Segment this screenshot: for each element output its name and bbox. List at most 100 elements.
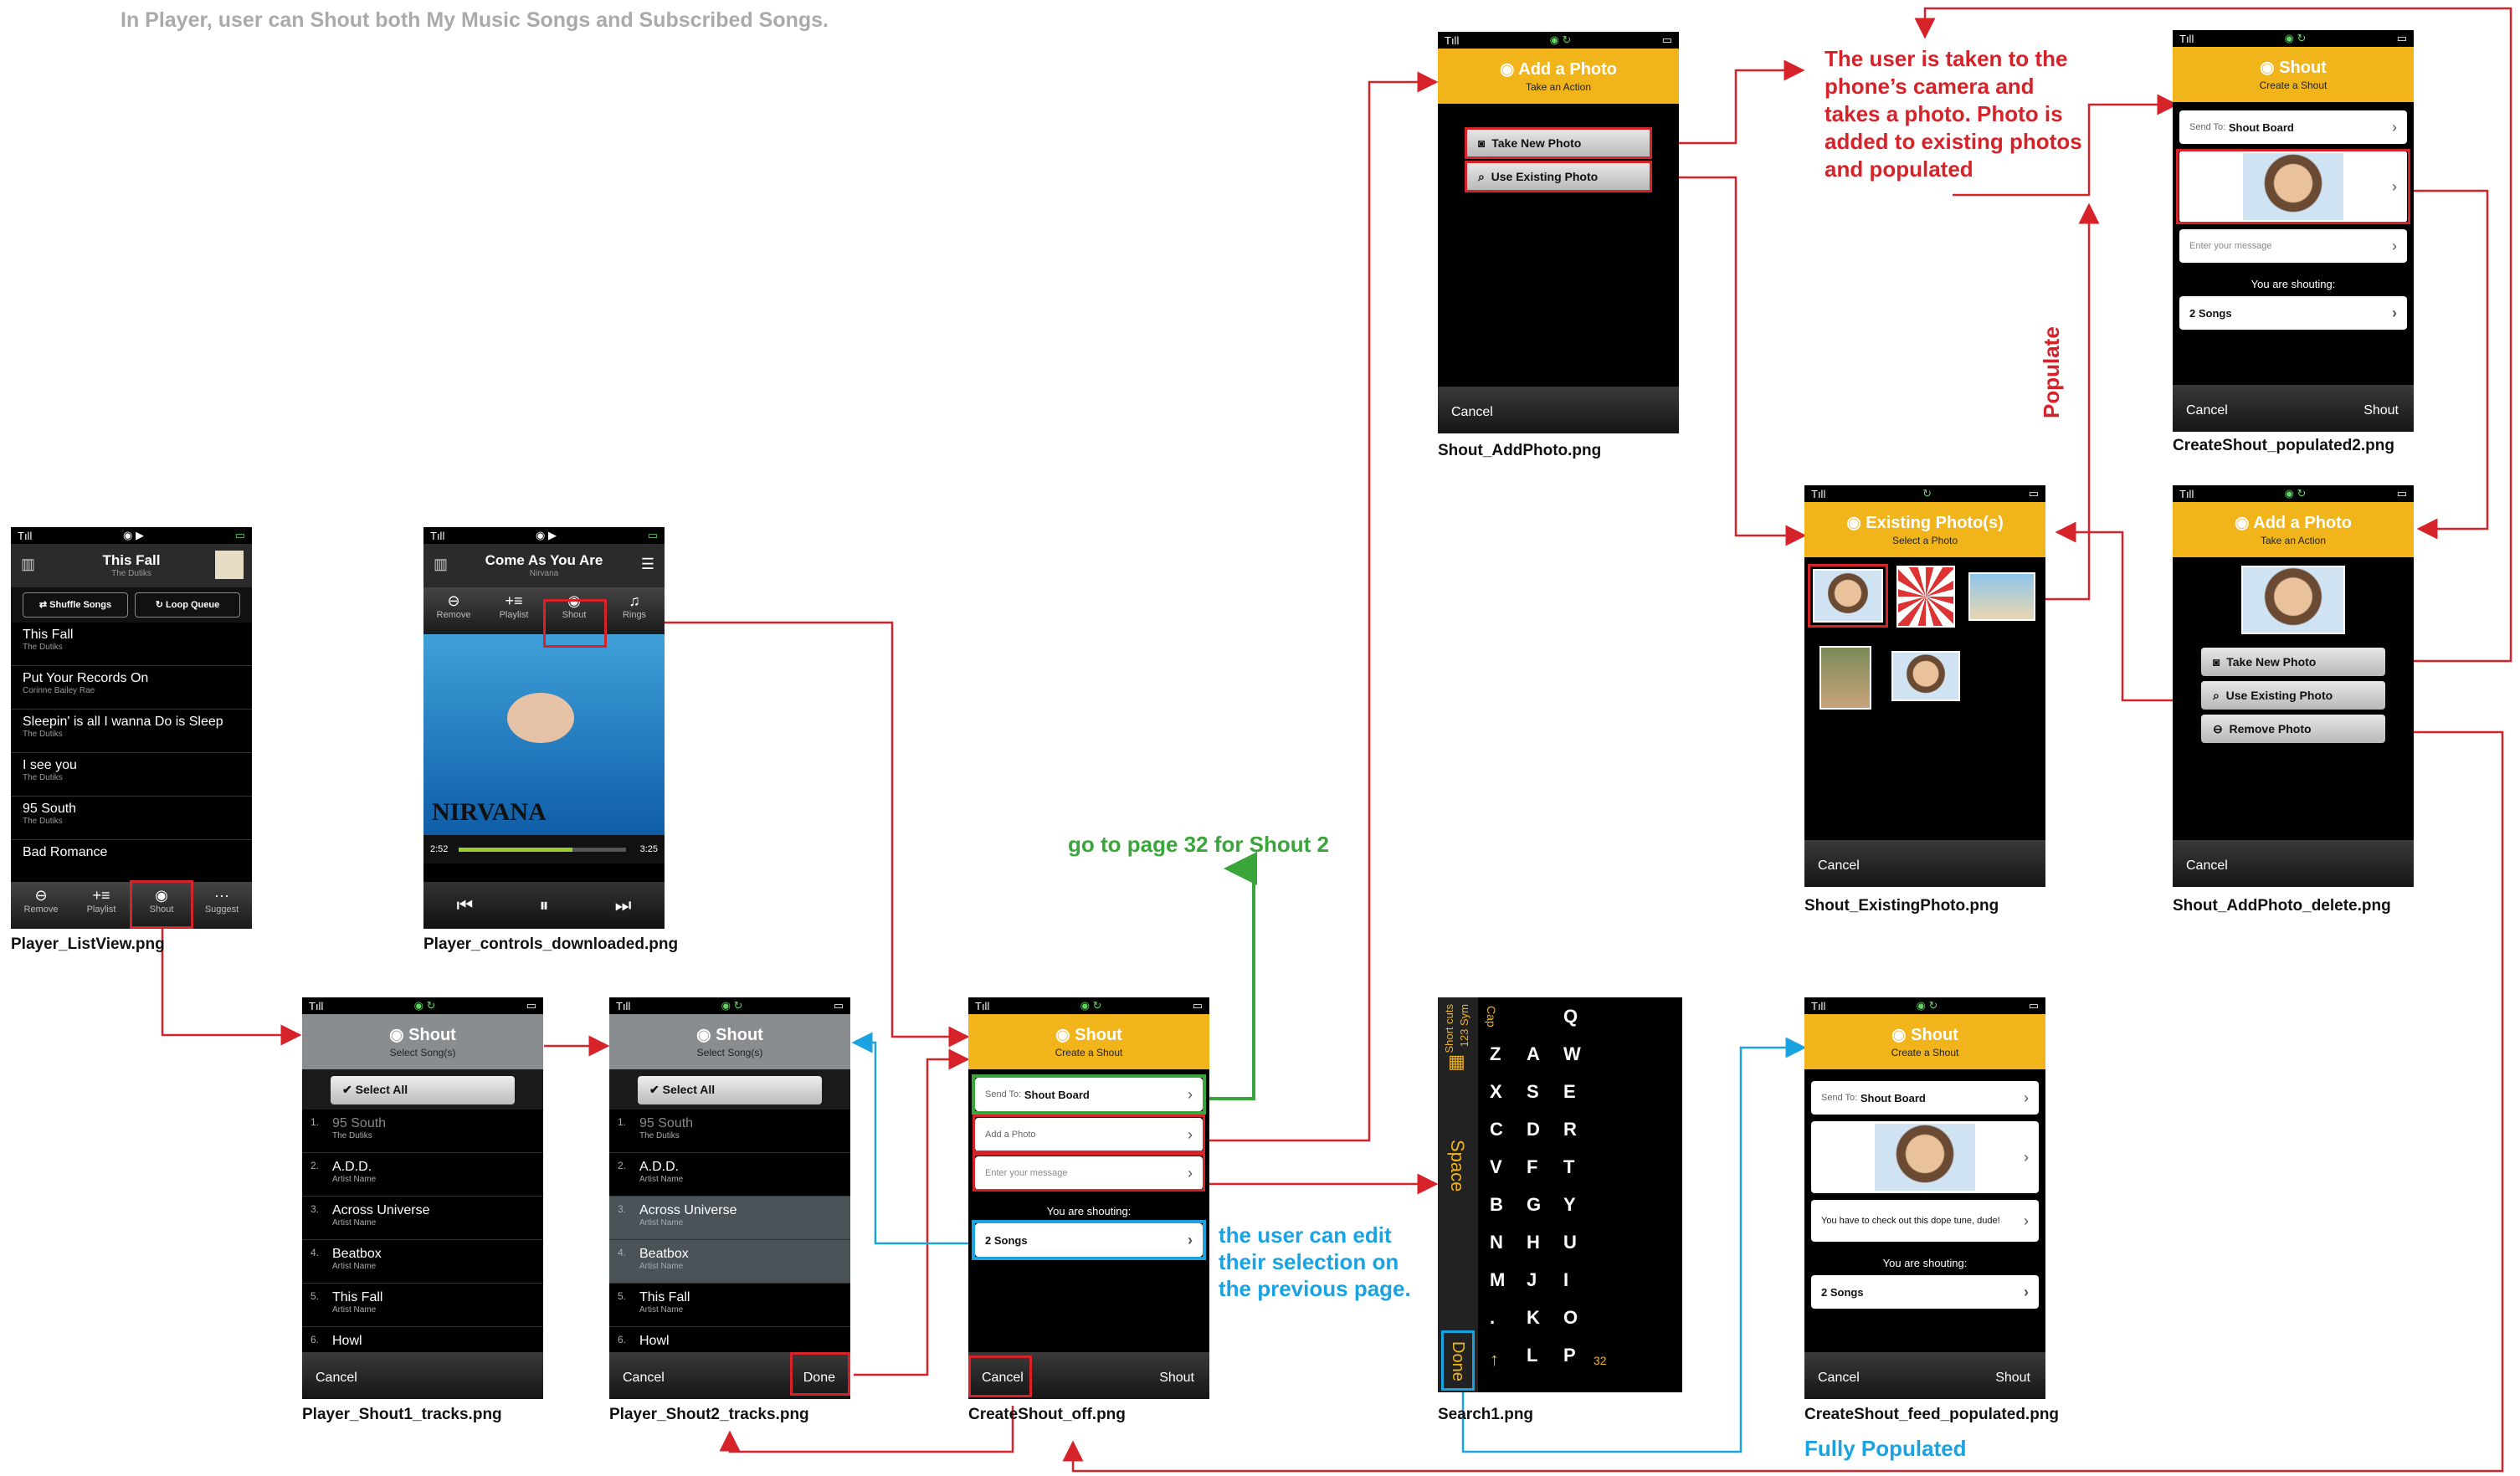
- photo-thumb-3[interactable]: [1968, 572, 2035, 621]
- key[interactable]: I: [1563, 1269, 1568, 1291]
- track-row[interactable]: 2. A.D.D. Artist Name: [302, 1153, 543, 1197]
- songs-field[interactable]: 2 Songs ›: [2179, 296, 2407, 330]
- cancel-button[interactable]: Cancel: [623, 1371, 665, 1386]
- done-key[interactable]: Done: [1441, 1330, 1475, 1391]
- list-icon[interactable]: ☰: [641, 556, 654, 573]
- cap-key[interactable]: Cap: [1485, 1006, 1498, 1028]
- key[interactable]: H: [1527, 1232, 1540, 1253]
- key[interactable]: D: [1527, 1119, 1540, 1140]
- select-all-button[interactable]: ✔ Select All: [331, 1076, 515, 1104]
- key[interactable]: R: [1563, 1119, 1577, 1140]
- key[interactable]: E: [1563, 1081, 1576, 1103]
- tab-remove[interactable]: ⊖ Remove: [423, 587, 484, 634]
- equalizer-icon[interactable]: ▥: [21, 556, 35, 573]
- key[interactable]: .: [1490, 1307, 1495, 1329]
- sym-key[interactable]: 123 Sym: [1458, 1004, 1470, 1047]
- key[interactable]: F: [1527, 1156, 1537, 1178]
- cancel-button[interactable]: Cancel: [1451, 405, 1493, 420]
- send-to-field[interactable]: Send To: Shout Board ›: [2179, 110, 2407, 144]
- track-row[interactable]: 1. 95 South The Dutiks: [302, 1110, 543, 1153]
- tab-remove[interactable]: ⊖ Remove: [11, 882, 71, 929]
- space-key[interactable]: Space: [1446, 1140, 1468, 1192]
- equalizer-icon[interactable]: ▥: [434, 556, 448, 573]
- key[interactable]: T: [1563, 1156, 1574, 1178]
- shift-key[interactable]: ↑: [1490, 1349, 1499, 1371]
- key[interactable]: O: [1563, 1307, 1578, 1329]
- tab-playlist[interactable]: +≡ Playlist: [484, 587, 544, 634]
- cancel-button[interactable]: Cancel: [1818, 858, 1860, 874]
- track-row[interactable]: 2. A.D.D. Artist Name: [609, 1153, 850, 1197]
- key[interactable]: V: [1490, 1156, 1502, 1178]
- album-art-thumb[interactable]: [215, 551, 244, 579]
- key[interactable]: C: [1490, 1119, 1503, 1140]
- loop-queue-button[interactable]: ↻ Loop Queue: [135, 592, 240, 618]
- track-row[interactable]: 1. 95 South The Dutiks: [609, 1110, 850, 1153]
- list-item[interactable]: Bad Romance: [11, 840, 252, 884]
- key[interactable]: Q: [1563, 1006, 1578, 1028]
- key[interactable]: K: [1527, 1307, 1540, 1329]
- message-field[interactable]: You have to check out this dope tune, du…: [1811, 1200, 2039, 1242]
- playlist-icon: +≡: [505, 592, 523, 609]
- track-row[interactable]: 5. This Fall Artist Name: [609, 1284, 850, 1327]
- key[interactable]: U: [1563, 1232, 1577, 1253]
- list-item[interactable]: Sleepin' is all I wanna Do is Sleep The D…: [11, 710, 252, 753]
- shout-button[interactable]: Shout: [1159, 1371, 1194, 1386]
- shout-icon: ◉: [1055, 1026, 1075, 1044]
- screen-create-feed-populated: Tıll ◉ ↻ ▭ ◉ Shout Create a Shout Send To: …: [1804, 997, 2045, 1399]
- previous-icon[interactable]: ⏮: [457, 894, 474, 916]
- key[interactable]: G: [1527, 1194, 1541, 1216]
- list-item[interactable]: I see you The Dutiks: [11, 753, 252, 797]
- shuffle-button[interactable]: ⇄ Shuffle Songs: [23, 592, 128, 618]
- tab-suggest[interactable]: ··· Suggest: [192, 882, 252, 929]
- photo-thumb-4[interactable]: [1819, 646, 1871, 710]
- use-existing-button[interactable]: ⌕ Use Existing Photo: [2201, 681, 2385, 710]
- take-photo-button[interactable]: ◙ Take New Photo: [2201, 648, 2385, 676]
- key[interactable]: B: [1490, 1194, 1503, 1216]
- shortcuts-key[interactable]: Short cuts: [1443, 1004, 1455, 1053]
- key[interactable]: Y: [1563, 1194, 1576, 1216]
- track-row[interactable]: 5. This Fall Artist Name: [302, 1284, 543, 1327]
- key[interactable]: A: [1527, 1043, 1540, 1065]
- cancel-button[interactable]: Cancel: [1818, 1371, 1860, 1386]
- progress-row: 2:52 3:25: [423, 835, 665, 864]
- next-icon[interactable]: ⏭: [615, 894, 632, 916]
- photo-thumb-5[interactable]: [1891, 651, 1960, 701]
- cancel-button[interactable]: Cancel: [2186, 858, 2228, 874]
- shout-button[interactable]: Shout: [1995, 1371, 2030, 1386]
- list-item[interactable]: Put Your Records On Corinne Bailey Rae: [11, 666, 252, 710]
- track-row[interactable]: 4. Beatbox Artist Name: [302, 1240, 543, 1284]
- highlight-send-to: [972, 1074, 1206, 1115]
- key[interactable]: W: [1563, 1043, 1581, 1065]
- pause-icon[interactable]: ⏸: [539, 894, 548, 916]
- cancel-button[interactable]: Cancel: [2186, 403, 2228, 418]
- cancel-button[interactable]: Cancel: [316, 1371, 357, 1386]
- key[interactable]: P: [1563, 1345, 1576, 1366]
- message-field[interactable]: Enter your message ›: [2179, 229, 2407, 263]
- track-row-selected[interactable]: 4. Beatbox Artist Name: [609, 1240, 850, 1284]
- track-row[interactable]: 3. Across Universe Artist Name: [302, 1197, 543, 1240]
- list-item[interactable]: 95 South The Dutiks: [11, 797, 252, 840]
- shout-button[interactable]: Shout: [2363, 403, 2399, 418]
- songs-field[interactable]: 2 Songs ›: [1811, 1275, 2039, 1309]
- list-item[interactable]: This Fall The Dutiks: [11, 623, 252, 666]
- key[interactable]: M: [1490, 1269, 1505, 1291]
- photo-thumb-2[interactable]: [1896, 566, 1955, 628]
- key[interactable]: S: [1527, 1081, 1539, 1103]
- keyboard-icon[interactable]: ▦: [1448, 1051, 1465, 1073]
- key[interactable]: Z: [1490, 1043, 1501, 1065]
- remove-photo-button[interactable]: ⊖ Remove Photo: [2201, 715, 2385, 743]
- ring-icon: ♫: [629, 592, 640, 609]
- progress-bar[interactable]: [459, 848, 626, 852]
- photo-field[interactable]: ›: [1811, 1121, 2039, 1193]
- tab-rings[interactable]: ♫ Rings: [604, 587, 665, 634]
- select-all-button[interactable]: ✔ Select All: [638, 1076, 822, 1104]
- key[interactable]: L: [1527, 1345, 1537, 1366]
- screen-existing-photo: Tıll ↻ ▭ ◉ Existing Photo(s) Select a Photo…: [1804, 485, 2045, 887]
- key[interactable]: N: [1490, 1232, 1503, 1253]
- shout-icon: ◉: [1891, 1026, 1912, 1044]
- key[interactable]: J: [1527, 1269, 1537, 1291]
- track-row-selected[interactable]: 3. Across Universe Artist Name: [609, 1197, 850, 1240]
- key[interactable]: X: [1490, 1081, 1502, 1103]
- tab-playlist[interactable]: +≡ Playlist: [71, 882, 131, 929]
- send-to-field[interactable]: Send To: Shout Board ›: [1811, 1081, 2039, 1115]
